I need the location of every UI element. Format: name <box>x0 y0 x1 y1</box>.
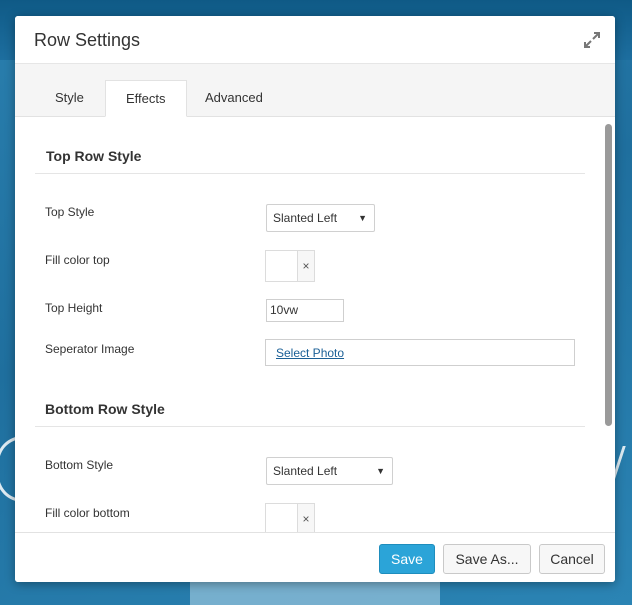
top-style-label: Top Style <box>45 205 95 219</box>
chevron-down-icon: ▼ <box>376 466 385 476</box>
fill-color-top-picker[interactable]: × <box>265 250 315 282</box>
top-height-input[interactable]: 10vw <box>266 299 344 322</box>
modal-footer: Save Save As... Cancel <box>15 532 615 582</box>
section-divider <box>35 426 585 427</box>
clear-icon[interactable]: × <box>298 504 314 532</box>
tab-style[interactable]: Style <box>35 80 104 116</box>
bottom-style-value: Slanted Left <box>273 464 338 478</box>
cancel-button[interactable]: Cancel <box>539 544 605 574</box>
section-divider <box>35 173 585 174</box>
top-height-label: Top Height <box>45 301 103 315</box>
bottom-style-label: Bottom Style <box>45 458 114 472</box>
fill-color-bottom-label: Fill color bottom <box>45 506 130 520</box>
scrollbar[interactable] <box>605 124 612 426</box>
tab-advanced[interactable]: Advanced <box>185 80 283 116</box>
bottom-style-select[interactable]: Slanted Left ▼ <box>266 457 393 485</box>
top-style-value: Slanted Left <box>273 211 338 225</box>
tab-bar: Style Effects Advanced <box>15 64 615 117</box>
separator-image-label: Seperator Image <box>45 342 135 356</box>
section-title-top: Top Row Style <box>46 148 142 164</box>
clear-icon[interactable]: × <box>298 251 314 281</box>
modal-title: Row Settings <box>34 30 141 50</box>
fill-color-top-label: Fill color top <box>45 253 110 267</box>
separator-image-field: Select Photo <box>265 339 575 366</box>
modal-header: Row Settings <box>15 16 615 64</box>
select-photo-link[interactable]: Select Photo <box>276 346 344 360</box>
section-title-bottom: Bottom Row Style <box>45 401 165 417</box>
row-settings-modal: Row Settings Style Effects Advanced Top … <box>15 16 615 582</box>
save-as-button[interactable]: Save As... <box>443 544 531 574</box>
fill-color-bottom-picker[interactable]: × <box>265 503 315 532</box>
expand-icon[interactable] <box>583 31 601 49</box>
settings-content: Top Row Style Top Style Slanted Left ▼ F… <box>15 117 615 532</box>
tab-effects[interactable]: Effects <box>105 80 187 117</box>
background-panel <box>190 580 440 605</box>
top-style-select[interactable]: Slanted Left ▼ <box>266 204 375 232</box>
chevron-down-icon: ▼ <box>358 213 367 223</box>
save-button[interactable]: Save <box>379 544 435 574</box>
